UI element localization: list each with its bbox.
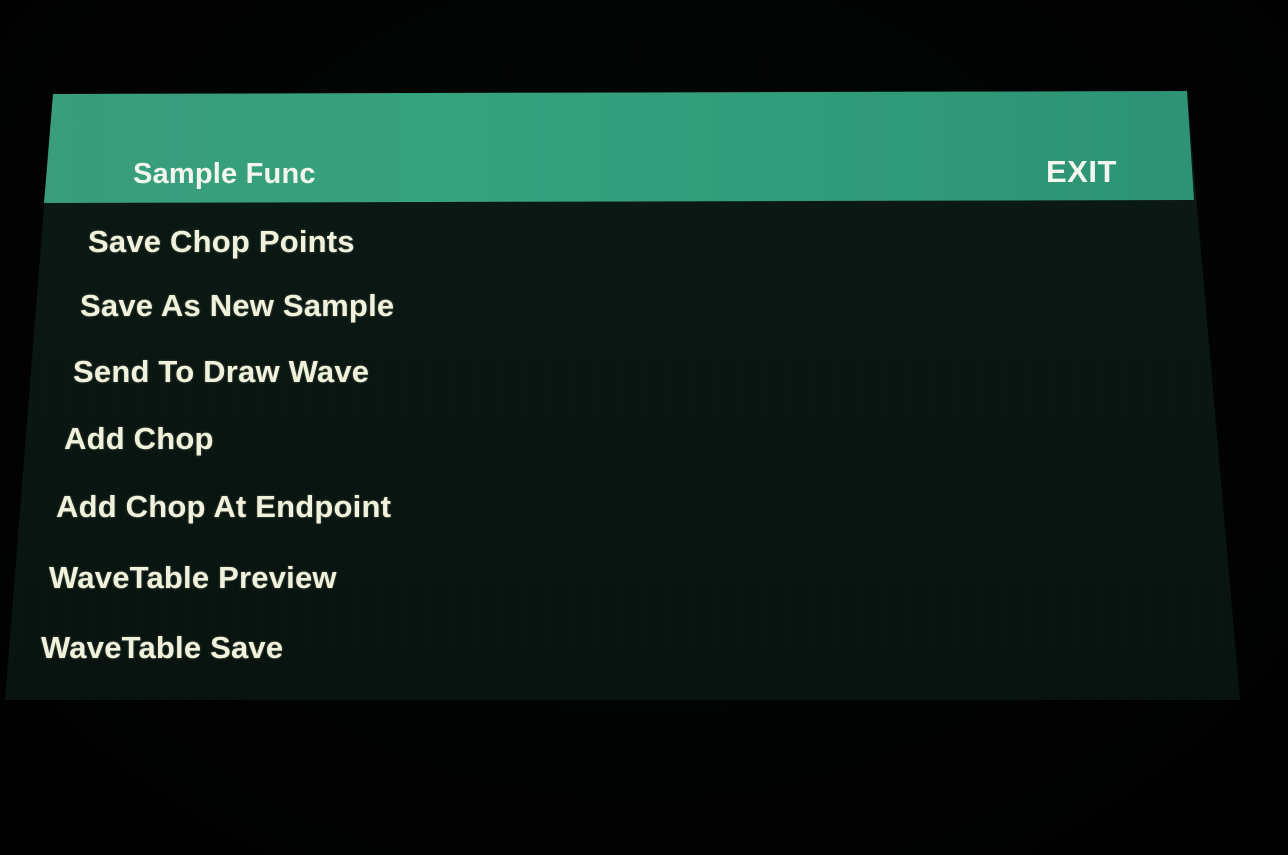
menu-item-save-as-new-sample[interactable]: Save As New Sample	[80, 288, 394, 324]
menu-item-wavetable-preview[interactable]: WaveTable Preview	[49, 560, 337, 596]
menu-item-add-chop-at-endpoint[interactable]: Add Chop At Endpoint	[56, 489, 391, 525]
menu-item-save-chop-points[interactable]: Save Chop Points	[88, 224, 355, 260]
page-title: Sample Func	[133, 158, 316, 190]
menu-item-send-to-draw-wave[interactable]: Send To Draw Wave	[73, 354, 369, 390]
menu-item-wavetable-save[interactable]: WaveTable Save	[41, 630, 283, 666]
exit-button[interactable]: EXIT	[1046, 154, 1117, 190]
menu-item-add-chop[interactable]: Add Chop	[64, 421, 214, 457]
